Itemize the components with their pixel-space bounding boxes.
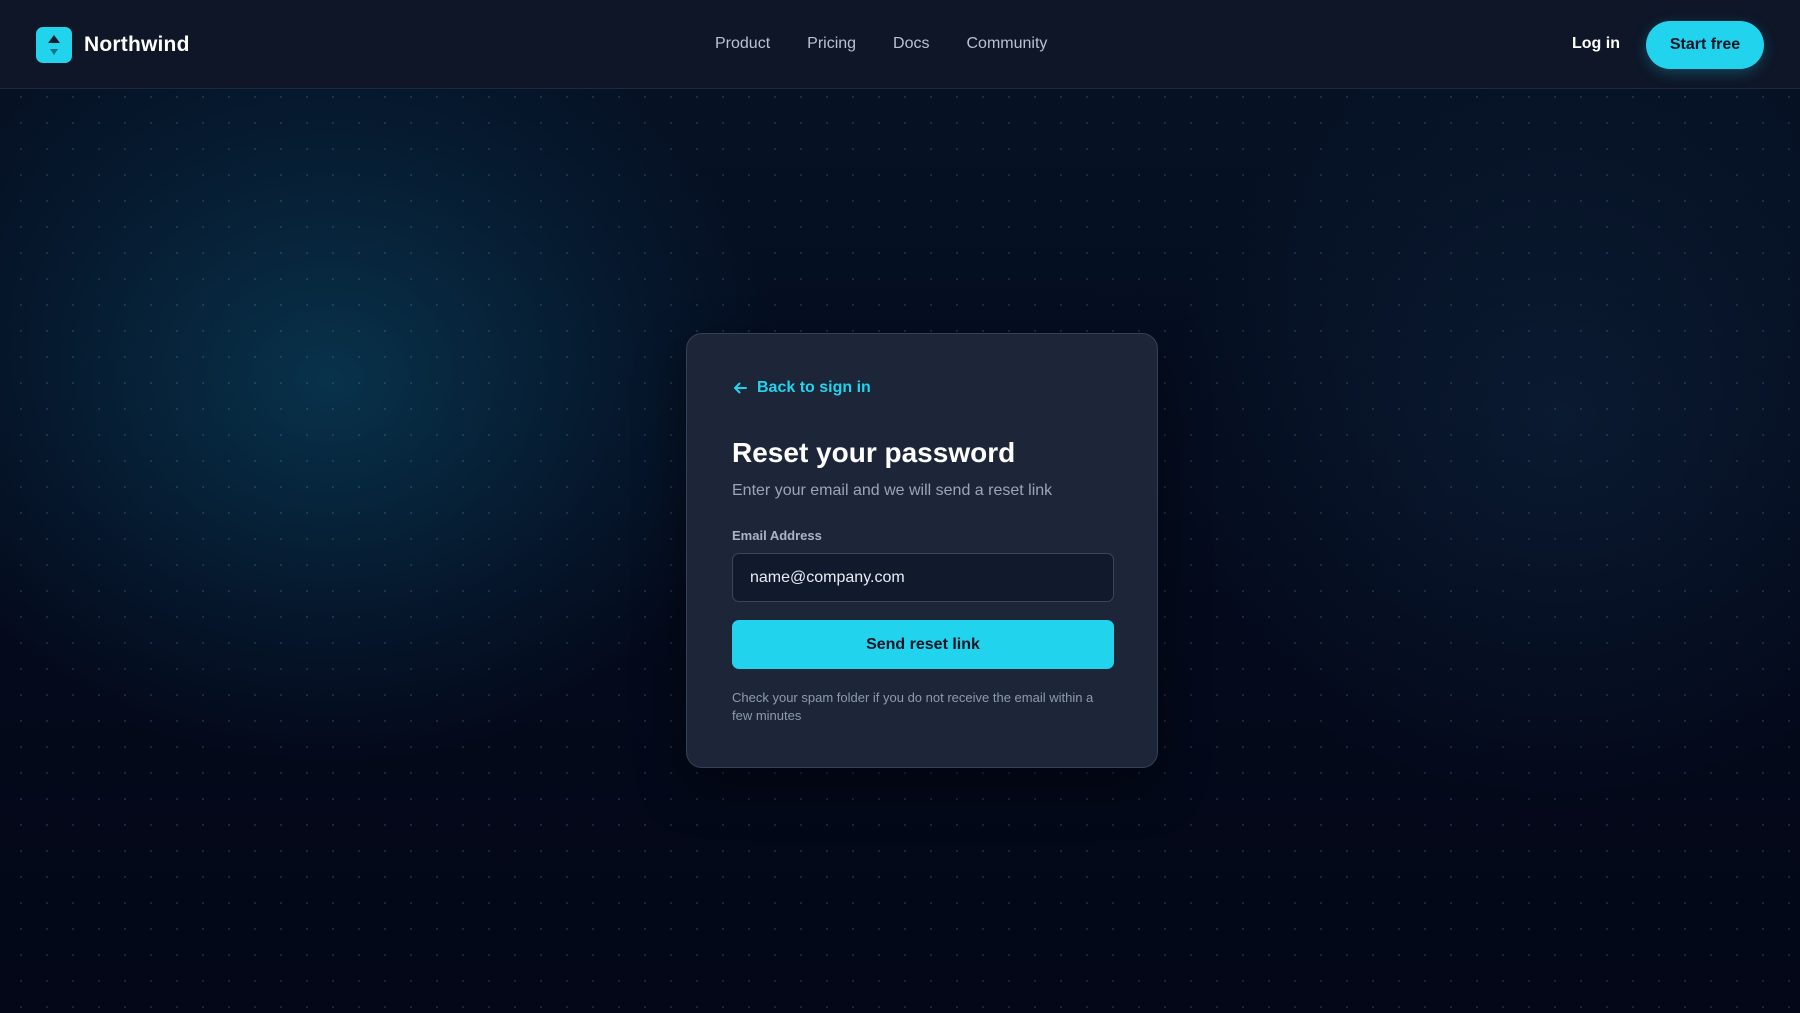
top-navbar: Northwind Product Pricing Docs Community… — [0, 0, 1800, 89]
northwind-logo-icon — [36, 27, 72, 63]
back-link-label: Back to sign in — [757, 379, 871, 396]
nav-item-community[interactable]: Community — [967, 35, 1048, 53]
start-free-button[interactable]: Start free — [1646, 21, 1764, 69]
nav-item-product[interactable]: Product — [715, 35, 770, 53]
main-nav: Product Pricing Docs Community — [715, 35, 1047, 53]
nav-item-pricing[interactable]: Pricing — [807, 35, 856, 53]
email-field-label: Email Address — [732, 528, 822, 543]
brand-name: Northwind — [84, 33, 190, 56]
reset-password-card: Back to sign in Reset your password Ente… — [686, 333, 1158, 768]
page-subtitle: Enter your email and we will send a rese… — [732, 482, 1053, 499]
login-link[interactable]: Log in — [1572, 35, 1620, 53]
help-text: Check your spam folder if you do not rec… — [732, 690, 1094, 723]
brand[interactable]: Northwind — [36, 27, 190, 63]
back-to-sign-in-link[interactable]: Back to sign in — [732, 379, 871, 397]
arrow-left-icon — [734, 382, 747, 394]
send-reset-link-button[interactable]: Send reset link — [732, 620, 1114, 669]
email-field[interactable] — [732, 553, 1114, 602]
page-title: Reset your password — [732, 437, 1016, 468]
nav-item-docs[interactable]: Docs — [893, 35, 929, 53]
